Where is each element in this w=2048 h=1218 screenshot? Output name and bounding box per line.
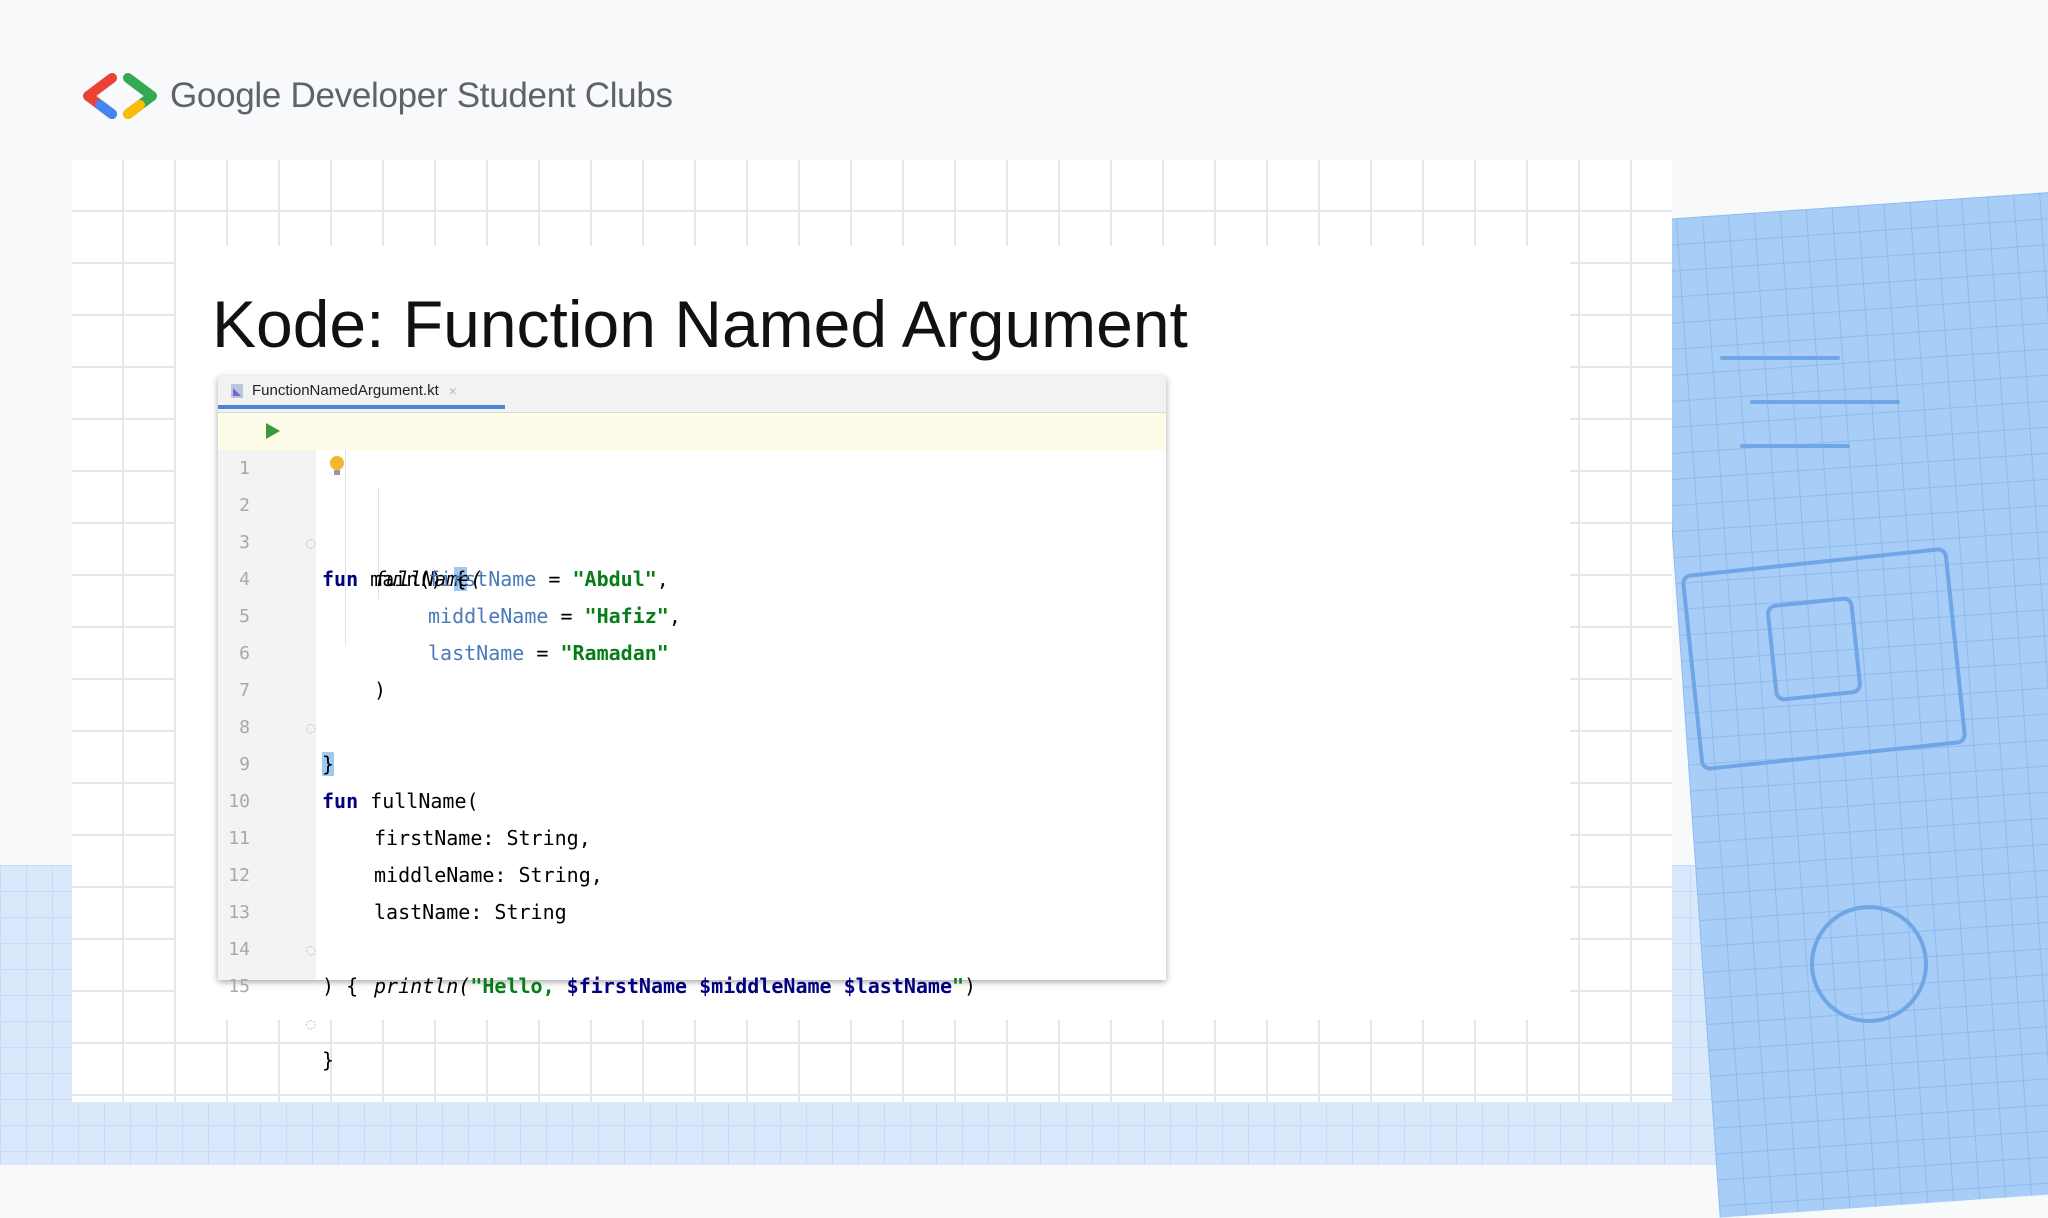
code-line: 15 ◌ } [218, 931, 1166, 1072]
code-text: } [322, 1048, 335, 1072]
code-line: 4 middleName = "Hafiz", [218, 524, 1166, 628]
code-line: 7 ◌ } [218, 635, 1166, 776]
tab-label: FunctionNamedArgument.kt [252, 382, 439, 399]
lightbulb-illustration [1810, 905, 1928, 1023]
code-text: ) { [322, 974, 359, 998]
string-literal [687, 974, 699, 998]
decoration-line [1740, 444, 1850, 448]
template-variable: $middleName [699, 974, 832, 998]
code-line: 14 println("Hello, $firstName $middleNam… [218, 894, 1166, 998]
code-line: 12 lastName: String [218, 820, 1166, 924]
code-line: 5 lastName = "Ramadan" [218, 561, 1166, 665]
close-icon[interactable]: × [449, 383, 457, 399]
code-area: 1 ◌ fun main() { 2 fullName( 3 firstName… [218, 413, 1166, 1072]
brand-name: Google Developer Student Clubs [170, 76, 673, 115]
string-literal: "Hello, [470, 974, 567, 998]
code-text: ) [964, 974, 977, 998]
code-line: 9 fun fullName( [218, 709, 1166, 813]
cursor-illustration [1765, 595, 1863, 703]
kotlin-file-icon [231, 383, 243, 398]
gdsc-logo-icon [83, 73, 157, 119]
code-line: 2 fullName( [218, 450, 1166, 591]
editor-tab-bar: FunctionNamedArgument.kt × [218, 376, 1166, 413]
intention-bulb-icon[interactable] [330, 456, 344, 475]
gdsc-logo: Google Developer Student Clubs [82, 72, 673, 120]
fold-marker[interactable]: ◌ [306, 1005, 316, 1042]
decoration-line [1750, 400, 1900, 404]
code-line: 11 middleName: String, [218, 783, 1166, 887]
decoration-line [1720, 356, 1840, 360]
code-line: 1 ◌ fun main() { [218, 413, 1166, 591]
code-text: println( [374, 974, 471, 998]
template-variable: $firstName [566, 974, 688, 998]
string-literal: " [952, 974, 965, 998]
code-line: 6 ) [218, 598, 1166, 702]
string-literal [832, 974, 844, 998]
code-line: 13 ◌ ) { [218, 857, 1166, 998]
run-icon[interactable] [266, 423, 280, 439]
code-line: 3 firstName = "Abdul", [218, 487, 1166, 591]
template-variable: $lastName [843, 974, 952, 998]
line-number: 15 [228, 976, 250, 997]
editor-tab[interactable]: FunctionNamedArgument.kt × [218, 376, 505, 409]
slide-title: Kode: Function Named Argument [212, 287, 1188, 361]
code-editor-window: FunctionNamedArgument.kt × 1 ◌ fun main(… [218, 376, 1166, 1072]
code-line: 10 firstName: String, [218, 746, 1166, 850]
code-line: 8 [218, 672, 1166, 738]
